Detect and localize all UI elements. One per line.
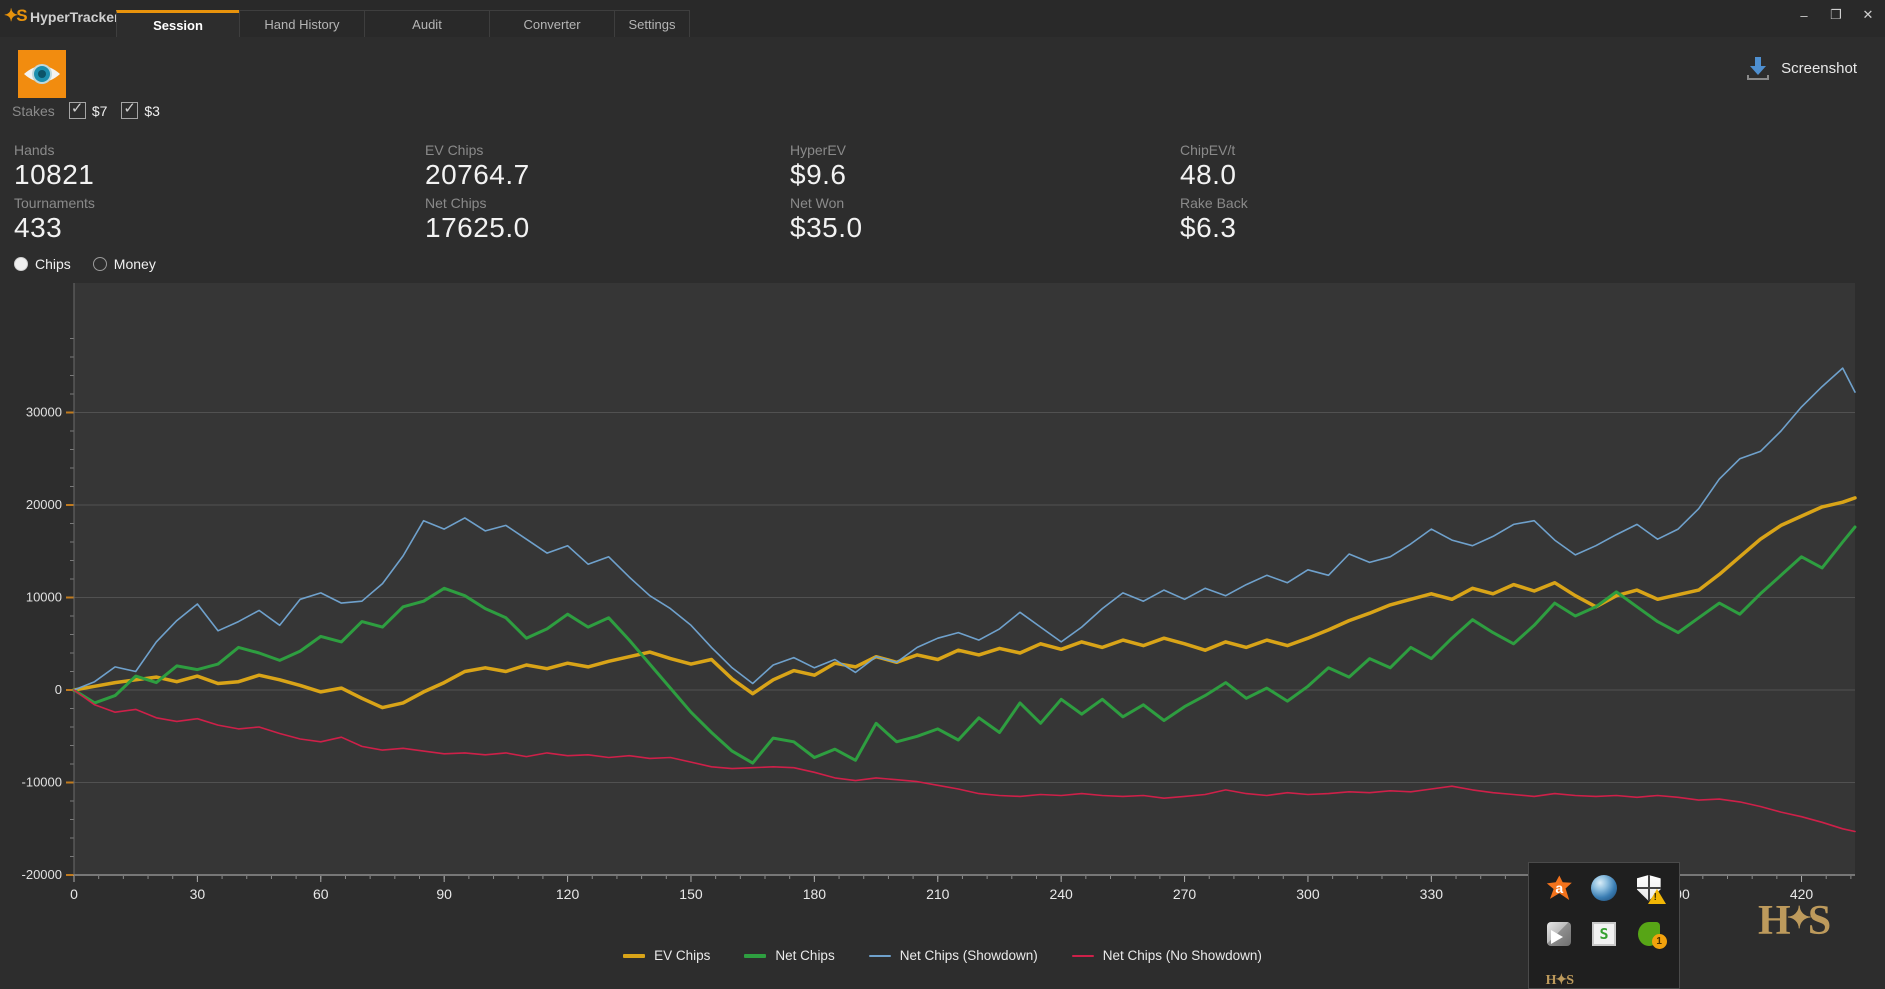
legend-swatch-icon bbox=[1071, 954, 1094, 957]
svg-text:150: 150 bbox=[679, 886, 703, 902]
radio-unselected-icon bbox=[92, 257, 107, 271]
tab-audit[interactable]: Audit bbox=[364, 10, 490, 37]
sandboxie-icon[interactable]: S bbox=[1591, 922, 1616, 946]
svg-text:210: 210 bbox=[926, 886, 950, 902]
stake-checkbox-7[interactable]: ✓ $7 bbox=[68, 100, 108, 119]
stat-rake-back: Rake Back $6.3 bbox=[1180, 195, 1248, 243]
restore-button[interactable]: ❐ bbox=[1825, 4, 1847, 26]
tab-settings[interactable]: Settings bbox=[614, 10, 690, 37]
stat-chipev-t: ChipEV/t 48.0 bbox=[1180, 142, 1237, 190]
stakes-filter: Stakes ✓ $7 ✓ $3 bbox=[12, 100, 160, 119]
svg-text:0: 0 bbox=[55, 682, 62, 697]
hypertracker-tray-icon[interactable]: H✦S bbox=[1546, 972, 1574, 989]
legend-label: Net Chips (Showdown) bbox=[899, 948, 1038, 963]
svg-text:-10000: -10000 bbox=[22, 775, 62, 790]
legend-label: Net Chips (No Showdown) bbox=[1102, 948, 1262, 963]
warning-triangle-icon: ! bbox=[1647, 889, 1666, 904]
radio-money[interactable]: Money bbox=[92, 256, 156, 272]
svg-text:180: 180 bbox=[803, 886, 827, 902]
stake-7-label: $7 bbox=[91, 102, 108, 119]
svg-text:330: 330 bbox=[1420, 886, 1444, 902]
legend-label: Net Chips bbox=[775, 948, 835, 963]
unit-toggle: Chips Money bbox=[14, 256, 156, 272]
stat-tournaments: Tournaments 433 bbox=[14, 195, 95, 243]
svg-text:90: 90 bbox=[436, 886, 452, 902]
tab-hand-history[interactable]: Hand History bbox=[239, 10, 365, 37]
stake-checkbox-3[interactable]: ✓ $3 bbox=[121, 100, 160, 119]
hs-watermark-logo: H ✦ S bbox=[1758, 898, 1832, 944]
svg-text:10000: 10000 bbox=[26, 590, 62, 605]
radio-chips-label: Chips bbox=[35, 256, 71, 272]
legend-label: EV Chips bbox=[654, 948, 711, 963]
system-tray-popup: a ! S 1 H✦S bbox=[1528, 862, 1680, 989]
radio-chips[interactable]: Chips bbox=[14, 256, 71, 272]
app-logo-icon: ✦S bbox=[4, 6, 28, 25]
results-line-chart[interactable]: -20000 -10000 0 10000 20000 30000 0 30 60 90 120 15… bbox=[0, 275, 1885, 940]
window-controls: – ❐ ✕ bbox=[1793, 0, 1879, 30]
update-notifier-icon[interactable]: 1 bbox=[1637, 922, 1667, 949]
tab-converter[interactable]: Converter bbox=[489, 10, 615, 37]
legend-swatch-icon bbox=[744, 953, 767, 958]
legend-item: Net Chips (Showdown) bbox=[868, 948, 1038, 963]
download-arrow-icon bbox=[1745, 55, 1771, 81]
legend-swatch-icon bbox=[868, 954, 891, 957]
svg-text:270: 270 bbox=[1173, 886, 1197, 902]
stat-hands: Hands 10821 bbox=[14, 142, 95, 190]
stake-3-label: $3 bbox=[144, 102, 160, 119]
tab-bar: Session Hand History Audit Converter Set… bbox=[116, 10, 690, 37]
svg-text:20000: 20000 bbox=[26, 497, 62, 512]
checkbox-icon: ✓ bbox=[121, 100, 139, 119]
hypertracker-window: ✦S HyperTracker – ❐ ✕ Session Hand Histo… bbox=[0, 0, 1885, 989]
svg-text:0: 0 bbox=[70, 886, 78, 902]
radio-money-label: Money bbox=[113, 256, 156, 272]
svg-text:300: 300 bbox=[1296, 886, 1320, 902]
tab-session[interactable]: Session bbox=[116, 10, 240, 37]
app-title: HyperTracker bbox=[30, 9, 120, 25]
app-eye-logo bbox=[18, 50, 66, 98]
legend-item: Net Chips (No Showdown) bbox=[1071, 948, 1262, 963]
checkbox-icon: ✓ bbox=[68, 100, 86, 119]
blue-orb-icon[interactable] bbox=[1590, 875, 1617, 901]
notification-badge: 1 bbox=[1651, 934, 1667, 949]
stakes-label: Stakes bbox=[12, 102, 55, 119]
minimize-button[interactable]: – bbox=[1793, 4, 1815, 26]
legend-item: EV Chips bbox=[623, 948, 710, 963]
stat-hyperev: HyperEV $9.6 bbox=[790, 142, 847, 190]
close-button[interactable]: ✕ bbox=[1857, 4, 1879, 26]
avast-antivirus-icon[interactable]: a bbox=[1546, 875, 1572, 900]
stat-net-won: Net Won $35.0 bbox=[790, 195, 863, 243]
screenshot-button[interactable]: Screenshot bbox=[1745, 55, 1857, 81]
screenshot-label: Screenshot bbox=[1781, 59, 1857, 77]
stat-ev-chips: EV Chips 20764.7 bbox=[425, 142, 530, 190]
legend-item: Net Chips bbox=[744, 948, 835, 963]
svg-text:-20000: -20000 bbox=[22, 867, 62, 882]
windows-defender-alert-icon[interactable]: ! bbox=[1636, 875, 1666, 904]
stat-net-chips: Net Chips 17625.0 bbox=[425, 195, 530, 243]
radio-selected-icon bbox=[14, 257, 28, 271]
svg-text:120: 120 bbox=[556, 886, 580, 902]
svg-text:30000: 30000 bbox=[26, 405, 62, 420]
svg-text:60: 60 bbox=[313, 886, 329, 902]
svg-text:240: 240 bbox=[1049, 886, 1073, 902]
svg-text:30: 30 bbox=[190, 886, 206, 902]
legend-swatch-icon bbox=[623, 953, 646, 958]
greenshot-icon[interactable] bbox=[1547, 922, 1572, 946]
